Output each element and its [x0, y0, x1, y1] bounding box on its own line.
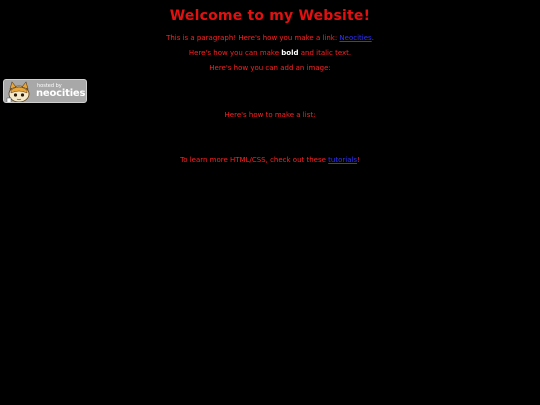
paragraph-link: This is a paragraph! Here's how you make…	[0, 34, 540, 43]
paragraph-bold-text-after: and italic text.	[298, 49, 352, 57]
neocities-link[interactable]: Neocities	[339, 34, 371, 42]
paragraph-link-text-before: This is a paragraph! Here's how you make…	[166, 34, 340, 42]
paragraph-image: Here's how you can add an image:	[209, 64, 331, 72]
page-title: Welcome to my Website!	[169, 8, 371, 24]
paragraph-learn-text-before: To learn more HTML/CSS, check out these	[180, 156, 329, 164]
tutorials-link[interactable]: tutorials	[328, 156, 357, 164]
paragraph-learn-text-after: !	[357, 156, 360, 164]
neocities-cat-icon	[5, 80, 33, 102]
hosted-by-neocities-badge[interactable]: hosted by neocities	[3, 79, 87, 103]
paragraph-link-text-after: .	[371, 34, 374, 42]
bold-text: bold	[281, 49, 299, 57]
page: Welcome to my Website! This is a paragra…	[0, 0, 540, 405]
paragraph-bold: Here's how you can make bold and italic …	[0, 49, 540, 58]
paragraph-bold-text-before: Here's how you can make	[188, 49, 282, 57]
paragraph-list: Here's how to make a list:	[224, 111, 316, 119]
paragraph-learn: To learn more HTML/CSS, check out these …	[0, 156, 540, 165]
badge-big-text: neocities	[36, 88, 86, 99]
